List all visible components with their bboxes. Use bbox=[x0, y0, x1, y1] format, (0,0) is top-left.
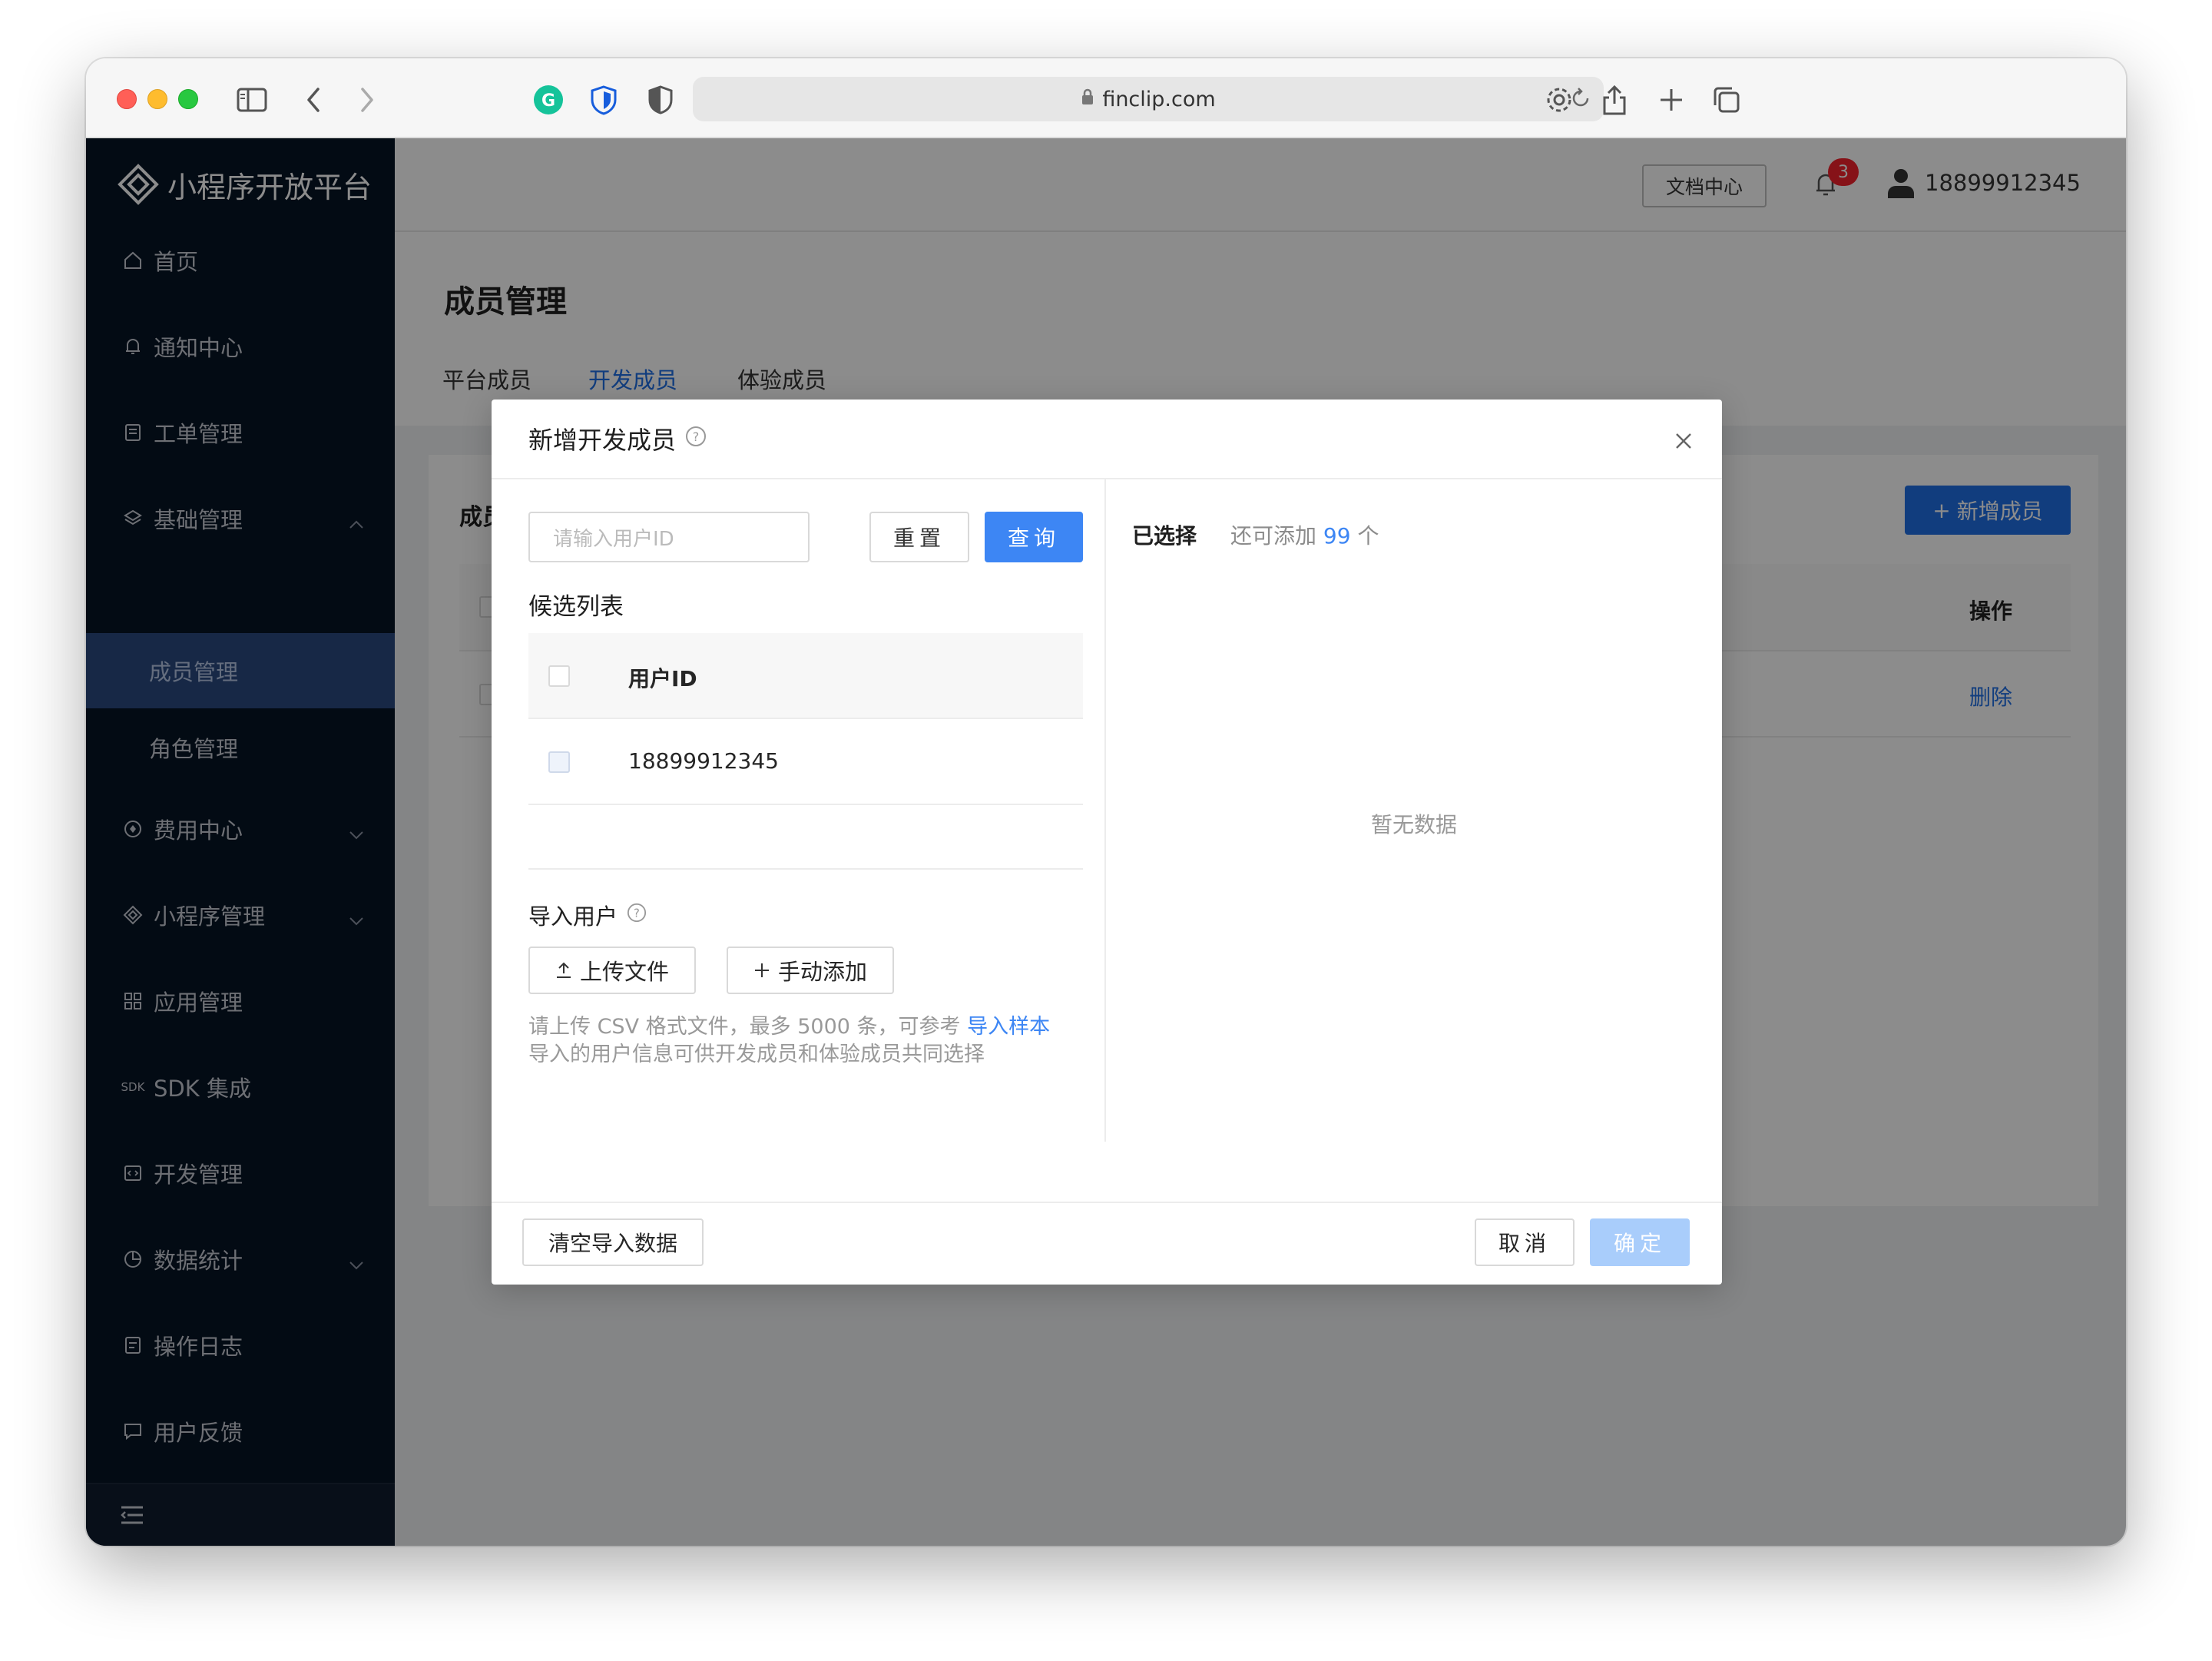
lock-icon bbox=[1081, 88, 1094, 111]
back-icon[interactable] bbox=[295, 81, 332, 118]
upload-hint: 请上传 CSV 格式文件，最多 5000 条，可参考 导入样本 bbox=[528, 1010, 1050, 1039]
address-bar[interactable]: finclip.com bbox=[693, 77, 1604, 121]
upload-file-button[interactable]: 上传文件 bbox=[528, 947, 696, 994]
manual-add-button[interactable]: 手动添加 bbox=[727, 947, 894, 994]
modal-title-text: 新增开发成员 bbox=[528, 426, 677, 455]
user-id-column-header: 用户ID bbox=[628, 666, 697, 691]
bitwarden-shield-icon[interactable] bbox=[585, 81, 622, 118]
tabs-overview-icon[interactable] bbox=[1708, 81, 1745, 118]
close-icon[interactable] bbox=[1674, 432, 1693, 453]
upload-hint-text: 请上传 CSV 格式文件，最多 5000 条，可参考 bbox=[528, 1015, 961, 1039]
browser-window: G finclip.com 小程序开放平台 首页 通知中心 工单管理 基础管理 … bbox=[86, 58, 2126, 1546]
row-checkbox[interactable] bbox=[548, 751, 570, 773]
divider bbox=[528, 868, 1083, 870]
candidate-table-header: 用户ID bbox=[528, 633, 1083, 719]
svg-text:?: ? bbox=[634, 907, 640, 920]
table-row[interactable]: 18899912345 bbox=[528, 719, 1083, 805]
help-circle-icon[interactable]: ? bbox=[627, 902, 647, 928]
selected-panel: 已选择 还可添加 99 个 暂无数据 bbox=[1104, 479, 1722, 1142]
clear-import-data-button[interactable]: 清空导入数据 bbox=[522, 1218, 704, 1266]
remaining-quota: 还可添加 99 个 bbox=[1230, 519, 1379, 550]
upload-file-label: 上传文件 bbox=[579, 959, 669, 985]
close-window-button[interactable] bbox=[117, 89, 137, 109]
user-id-search-input[interactable]: 请输入用户ID bbox=[528, 512, 810, 562]
select-all-checkbox[interactable] bbox=[548, 665, 570, 687]
modal-title: 新增开发成员 ? bbox=[528, 421, 707, 456]
privacy-shield-icon[interactable] bbox=[642, 81, 679, 118]
browser-toolbar: G finclip.com bbox=[86, 58, 2126, 138]
candidate-list-label: 候选列表 bbox=[528, 593, 624, 621]
user-id-cell: 18899912345 bbox=[628, 748, 779, 774]
svg-text:?: ? bbox=[693, 429, 700, 444]
svg-text:G: G bbox=[541, 91, 555, 111]
plus-icon bbox=[754, 963, 769, 977]
confirm-button[interactable]: 确定 bbox=[1590, 1218, 1690, 1266]
remaining-count: 99 bbox=[1323, 523, 1351, 549]
minimize-window-button[interactable] bbox=[147, 89, 167, 109]
manual-add-label: 手动添加 bbox=[777, 959, 867, 985]
import-sample-link[interactable]: 导入样本 bbox=[967, 1015, 1050, 1039]
share-icon[interactable] bbox=[1596, 81, 1633, 118]
zoom-window-button[interactable] bbox=[178, 89, 198, 109]
import-users-label: 导入用户 ? bbox=[528, 899, 647, 931]
import-users-text: 导入用户 bbox=[528, 903, 618, 930]
grammarly-extension-icon[interactable]: G bbox=[530, 81, 567, 118]
query-button[interactable]: 查询 bbox=[985, 512, 1083, 562]
shared-hint-text: 导入的用户信息可供开发成员和体验成员共同选择 bbox=[528, 1043, 985, 1066]
empty-state-text: 暂无数据 bbox=[1370, 812, 1457, 837]
add-developer-modal: 新增开发成员 ? 请输入用户ID 重置 查询 候选列表 用户ID 1889991… bbox=[492, 400, 1722, 1285]
remaining-prefix: 还可添加 bbox=[1230, 523, 1317, 549]
upload-icon bbox=[556, 962, 571, 978]
settings-gear-icon[interactable] bbox=[1541, 81, 1578, 118]
help-circle-icon[interactable]: ? bbox=[685, 424, 707, 453]
forward-icon[interactable] bbox=[349, 81, 386, 118]
candidate-panel: 请输入用户ID 重置 查询 候选列表 用户ID 18899912345 导入用户… bbox=[492, 479, 1104, 1142]
reset-button[interactable]: 重置 bbox=[869, 512, 969, 562]
divider bbox=[492, 1202, 1722, 1203]
remaining-suffix: 个 bbox=[1357, 523, 1379, 549]
url-text: finclip.com bbox=[1102, 87, 1216, 111]
sidebar-toggle-icon[interactable] bbox=[233, 81, 270, 118]
new-tab-plus-icon[interactable] bbox=[1653, 81, 1690, 118]
selected-label: 已选择 bbox=[1132, 523, 1197, 549]
cancel-button[interactable]: 取消 bbox=[1475, 1218, 1575, 1266]
